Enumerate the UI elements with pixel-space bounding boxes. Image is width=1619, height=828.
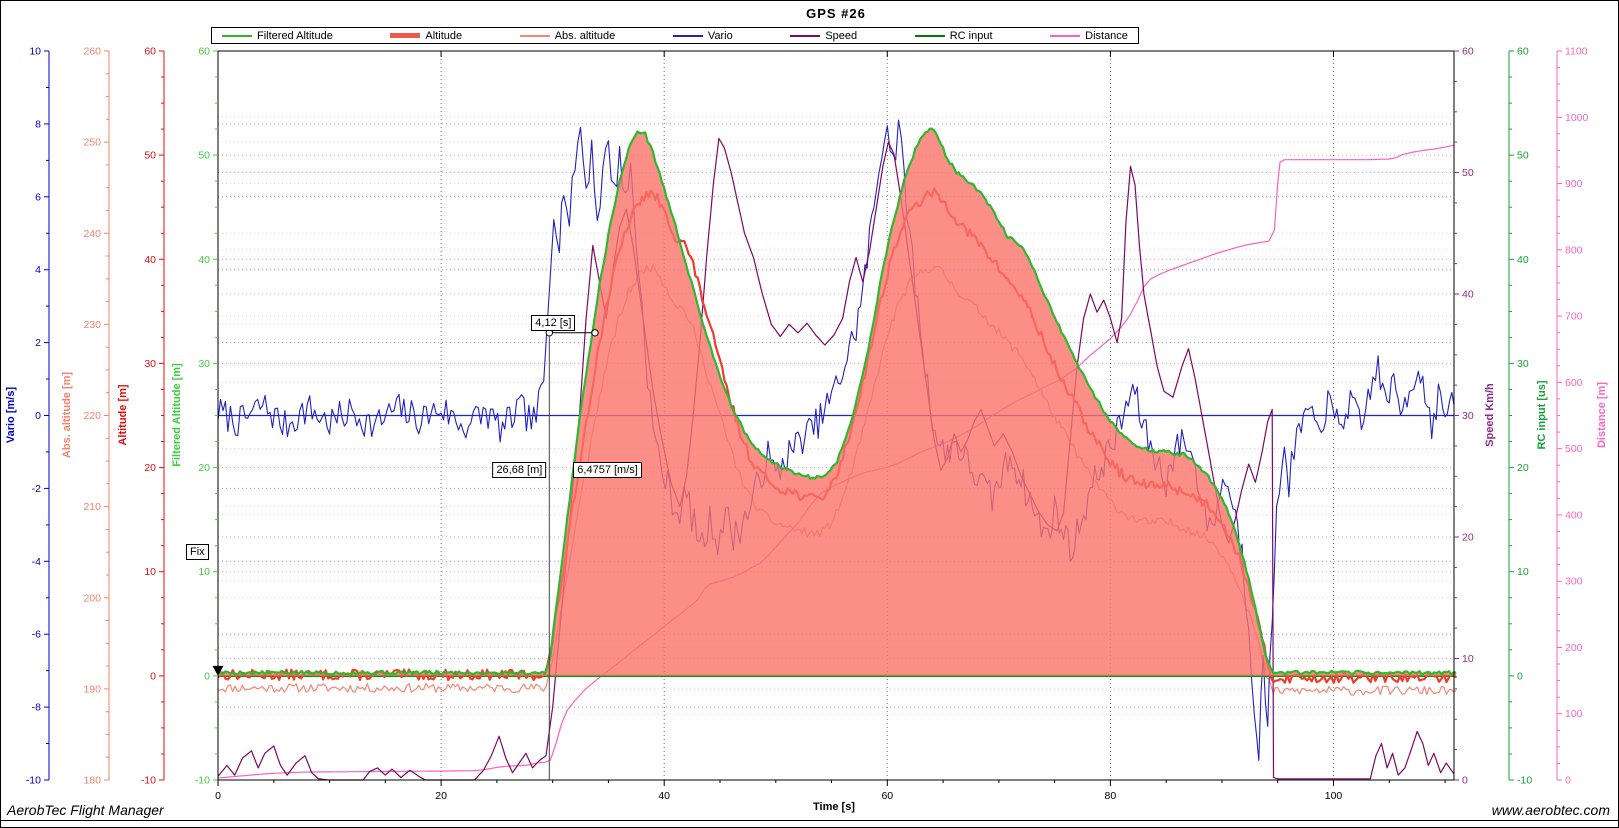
svg-text:240: 240 [83,228,101,240]
svg-text:20: 20 [144,462,156,474]
svg-text:80: 80 [1105,790,1117,802]
svg-text:6: 6 [35,191,41,203]
svg-text:180: 180 [83,775,101,787]
svg-text:-2: -2 [32,483,41,495]
svg-text:60: 60 [881,790,893,802]
axis-title-abs-altitude: Abs. altitude [m] [61,372,73,458]
svg-text:50: 50 [144,150,156,162]
svg-text:0: 0 [215,790,221,802]
svg-text:30: 30 [1517,358,1529,370]
svg-text:40: 40 [1517,254,1529,266]
axis-title-distance: Distance [m] [1596,382,1608,448]
svg-text:260: 260 [83,46,101,58]
axis-title-filtered-altitude: Filtered Altitude [m] [171,363,183,466]
svg-text:-10: -10 [141,775,156,787]
svg-text:10: 10 [144,566,156,578]
svg-text:40: 40 [198,254,210,266]
svg-text:900: 900 [1565,178,1583,190]
svg-text:10: 10 [198,566,210,578]
chart-plot: -10-8-6-4-202468101801902002102202302402… [1,1,1619,828]
svg-text:40: 40 [1462,289,1474,301]
svg-text:20: 20 [198,462,210,474]
svg-text:100: 100 [1325,790,1343,802]
svg-text:200: 200 [83,592,101,604]
svg-text:-6: -6 [32,629,41,641]
svg-text:30: 30 [198,358,210,370]
svg-text:230: 230 [83,319,101,331]
axis-abs: 180 190 200 210 220 230 240 250 260 [83,46,109,787]
axis-speed: 0 10 20 30 40 50 60 [1454,46,1474,787]
svg-text:0: 0 [1462,775,1468,787]
axis-title-speed: Speed Km/h [1484,383,1496,447]
svg-text:50: 50 [198,150,210,162]
svg-text:40: 40 [144,254,156,266]
svg-text:8: 8 [35,118,41,130]
svg-text:60: 60 [1462,46,1474,58]
svg-text:2: 2 [35,337,41,349]
axis-filt: -10 0 10 20 30 40 50 60 [195,46,218,787]
svg-text:60: 60 [1517,46,1529,58]
svg-text:20: 20 [1462,532,1474,544]
svg-text:0: 0 [1565,775,1571,787]
axis-alt: -10 0 10 20 30 40 50 60 [141,46,164,787]
svg-text:10: 10 [1517,566,1529,578]
svg-text:220: 220 [83,410,101,422]
axis-dist: 0 100 200 300 400 500 600 700 800 900 1000 1100 [1557,46,1589,787]
svg-text:-10: -10 [26,775,41,787]
flight-manager-window: GPS #26 Filtered AltitudeAltitudeAbs. al… [0,0,1619,828]
svg-text:200: 200 [1565,642,1583,654]
svg-text:190: 190 [83,683,101,695]
svg-text:10: 10 [1462,653,1474,665]
svg-text:500: 500 [1565,443,1583,455]
svg-text:210: 210 [83,501,101,513]
svg-text:40: 40 [658,790,670,802]
svg-text:1100: 1100 [1565,46,1588,58]
measure-vario-box[interactable]: 6,4757 [m/s] [573,462,642,478]
svg-text:0: 0 [204,670,210,682]
axis-vario: -10 -8 -6 -4 -2 0 2 4 6 8 10 [26,46,49,787]
axis-title-altitude: Altitude [m] [117,384,129,445]
svg-text:30: 30 [144,358,156,370]
website-link[interactable]: www.aerobtec.com [1492,802,1610,818]
svg-text:-8: -8 [32,702,41,714]
svg-text:300: 300 [1565,576,1583,588]
svg-text:60: 60 [144,46,156,58]
svg-text:0: 0 [150,670,156,682]
axis-title-rc-input: RC input [us] [1536,380,1548,449]
svg-text:-10: -10 [195,775,210,787]
measure-distance-box[interactable]: 26,68 [m] [492,462,546,478]
footer-divider [1,820,1618,821]
axis-title-time: Time [s] [813,801,855,813]
svg-text:1000: 1000 [1565,112,1589,124]
svg-text:800: 800 [1565,244,1583,256]
svg-text:20: 20 [1517,462,1529,474]
app-brand-text: AerobTec Flight Manager [7,802,164,818]
svg-text:60: 60 [198,46,210,58]
svg-text:100: 100 [1565,708,1583,720]
axis-title-vario: Vario [m/s] [5,387,17,443]
svg-text:50: 50 [1462,167,1474,179]
svg-text:-10: -10 [1517,775,1532,787]
svg-text:4: 4 [35,264,41,276]
fix-badge: Fix [186,544,209,560]
svg-text:250: 250 [83,137,101,149]
svg-text:50: 50 [1517,150,1529,162]
measure-delta-time-box[interactable]: 4,12 [s] [531,315,575,331]
svg-text:600: 600 [1565,377,1583,389]
svg-text:700: 700 [1565,311,1583,323]
svg-text:0: 0 [35,410,41,422]
svg-text:20: 20 [435,790,447,802]
svg-text:0: 0 [1517,670,1523,682]
svg-text:400: 400 [1565,509,1583,521]
svg-text:10: 10 [29,46,41,58]
svg-text:30: 30 [1462,410,1474,422]
axis-rc: -10 0 10 20 30 40 50 60 [1509,46,1532,787]
svg-text:-4: -4 [32,556,41,568]
